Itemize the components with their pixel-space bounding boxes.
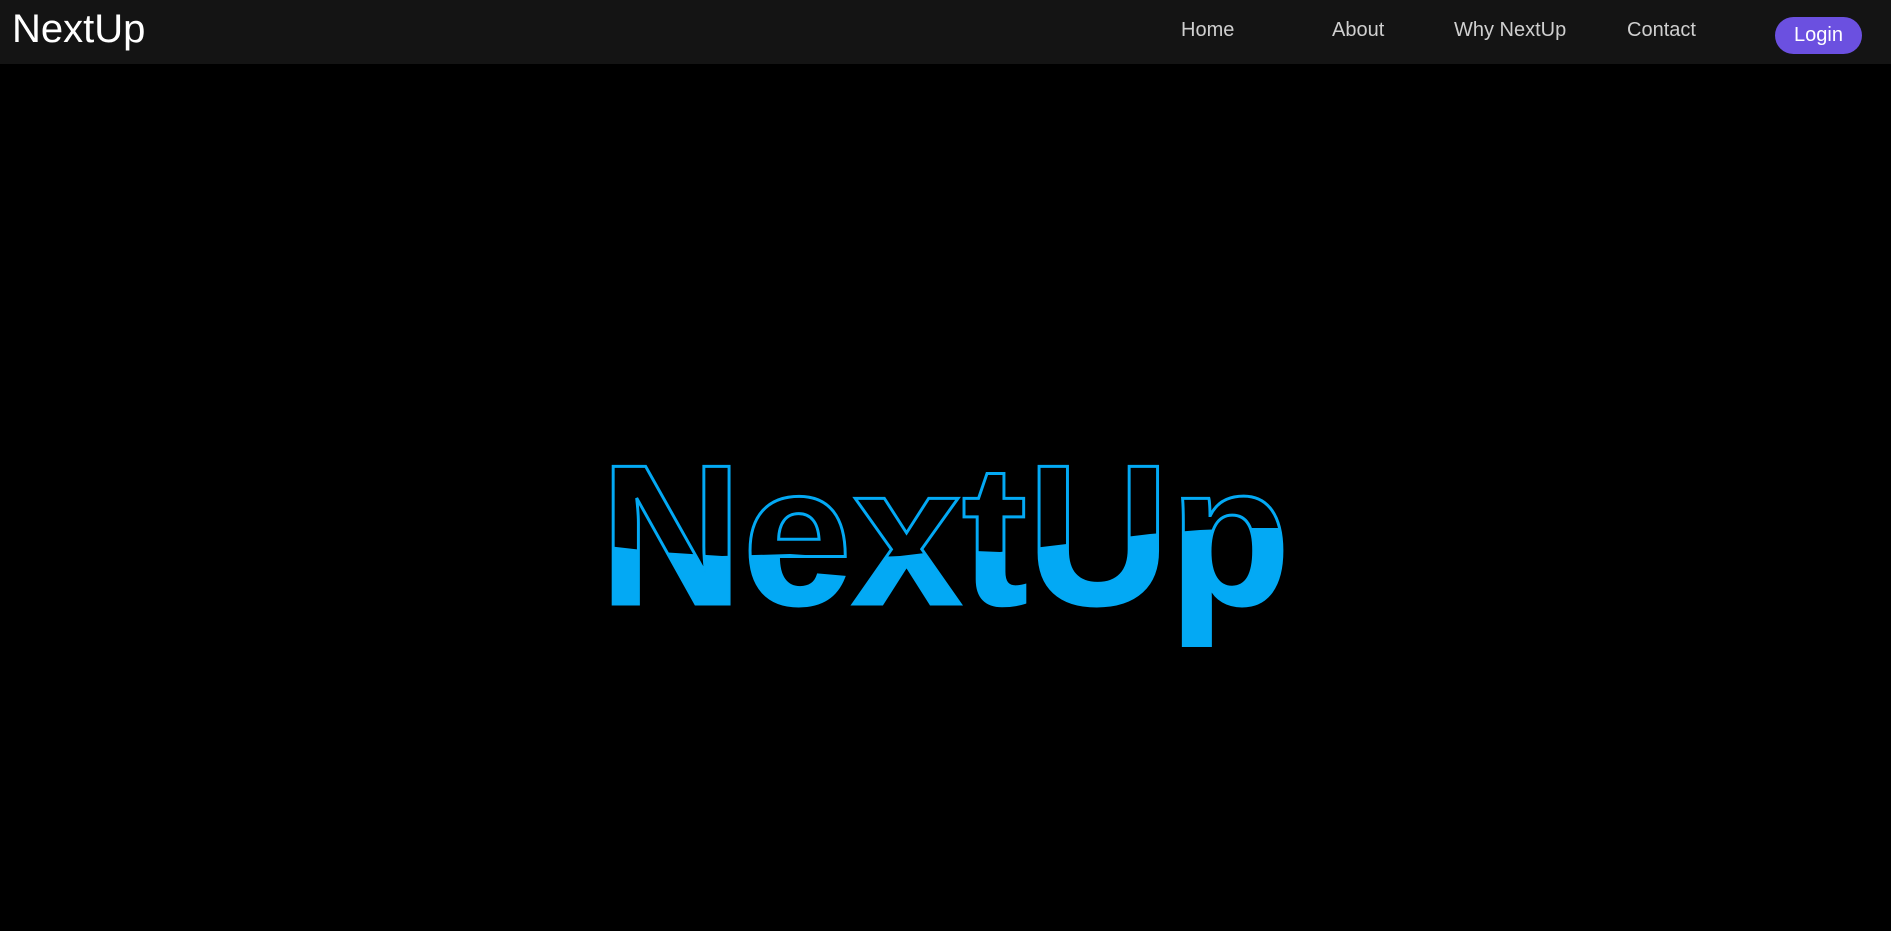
top-navbar: NextUp Home About Why NextUp Contact Log… (0, 0, 1891, 64)
nav-link-contact[interactable]: Contact (1627, 18, 1696, 42)
hero-wave-title: NextUp NextUp (599, 423, 1292, 649)
hero-section: NextUp NextUp (0, 64, 1891, 931)
nav-link-about[interactable]: About (1332, 18, 1384, 42)
brand-logo[interactable]: NextUp (12, 6, 145, 52)
nav-link-why-nextup[interactable]: Why NextUp (1454, 18, 1566, 42)
nav-link-home[interactable]: Home (1181, 18, 1234, 42)
login-button[interactable]: Login (1775, 17, 1862, 54)
